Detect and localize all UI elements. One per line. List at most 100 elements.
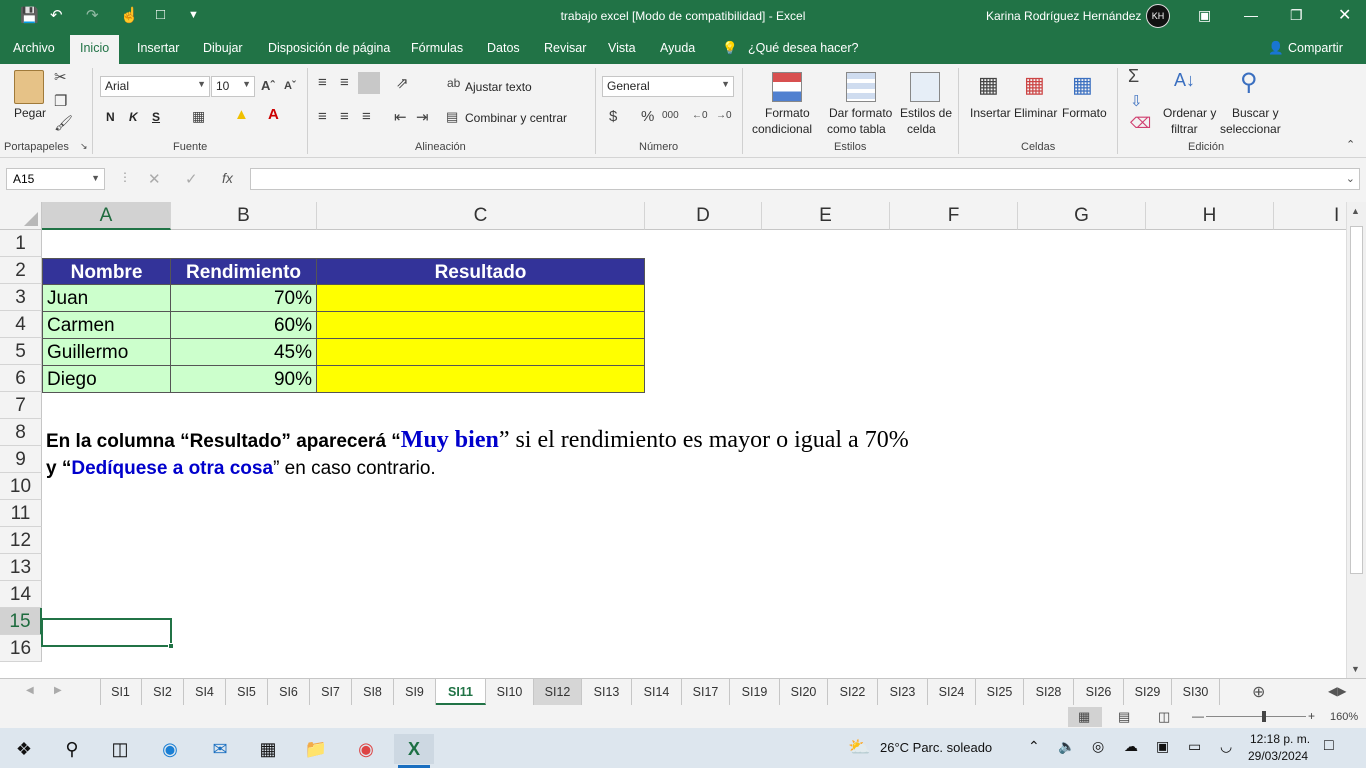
zoom-out-icon[interactable]: —: [1192, 709, 1204, 723]
tab-datos[interactable]: Datos: [487, 41, 520, 55]
windows-start-icon[interactable]: ❖: [4, 734, 44, 764]
cell-styles-line2[interactable]: celda: [907, 122, 936, 136]
sheet-tab[interactable]: SI23: [878, 679, 928, 705]
sheet-tab[interactable]: SI30: [1172, 679, 1220, 705]
table-cell-name[interactable]: Carmen: [42, 312, 171, 339]
clock-time[interactable]: 12:18 p. m.: [1250, 732, 1310, 746]
sheet-tab[interactable]: SI4: [184, 679, 226, 705]
instruction-line-2[interactable]: y “Dedíquese a otra cosa” en caso contra…: [46, 458, 436, 480]
decrease-decimal-icon[interactable]: →0: [716, 110, 732, 121]
cond-format-line2[interactable]: condicional: [752, 122, 812, 136]
fill-icon[interactable]: ⇩: [1130, 92, 1143, 110]
column-header-h[interactable]: H: [1146, 202, 1274, 230]
paste-icon[interactable]: [14, 70, 44, 104]
row-header-1[interactable]: 1: [0, 230, 42, 257]
paste-button[interactable]: Pegar: [14, 106, 46, 120]
prev-sheet-icon[interactable]: ◀: [26, 685, 34, 696]
row-header-6[interactable]: 6: [0, 365, 42, 392]
clipboard-launcher-icon[interactable]: ↘: [80, 141, 88, 152]
battery-icon[interactable]: ▭: [1188, 738, 1201, 755]
format-cells-button[interactable]: Formato: [1062, 106, 1107, 120]
underline-button[interactable]: S: [152, 110, 160, 124]
table-cell-performance[interactable]: 45%: [171, 339, 317, 366]
align-bottom-icon[interactable]: [358, 72, 380, 94]
share-button[interactable]: Compartir: [1288, 41, 1343, 55]
font-size-combo[interactable]: 10 ▼: [211, 76, 255, 97]
insert-function-icon[interactable]: fx: [222, 170, 233, 186]
orientation-icon[interactable]: ⇗: [396, 74, 409, 92]
sheet-tab[interactable]: SI20: [780, 679, 828, 705]
merge-center-button[interactable]: Combinar y centrar: [465, 111, 567, 125]
collapse-ribbon-icon[interactable]: ⌃: [1346, 138, 1355, 151]
shrink-font-icon[interactable]: Aˇ: [284, 80, 296, 92]
table-cell-performance[interactable]: 90%: [171, 366, 317, 393]
row-header-3[interactable]: 3: [0, 284, 42, 311]
row-header-11[interactable]: 11: [0, 500, 42, 527]
zoom-slider-thumb[interactable]: [1262, 711, 1266, 722]
table-cell-result[interactable]: [317, 285, 645, 312]
number-format-combo[interactable]: General ▼: [602, 76, 734, 97]
wrap-text-button[interactable]: Ajustar texto: [465, 80, 532, 94]
find-line1[interactable]: Buscar y: [1232, 106, 1279, 120]
font-color-icon[interactable]: A: [268, 106, 279, 123]
find-line2[interactable]: seleccionar: [1220, 122, 1281, 136]
cond-format-line1[interactable]: Formato: [765, 106, 810, 120]
table-header-resultado[interactable]: Resultado: [317, 258, 645, 285]
new-sheet-icon[interactable]: ⊕: [1252, 682, 1265, 702]
table-format-line1[interactable]: Dar formato: [829, 106, 892, 120]
tab-disposicion[interactable]: Disposición de página: [268, 41, 390, 55]
format-cells-icon[interactable]: ▦: [1072, 72, 1093, 98]
table-format-line2[interactable]: como tabla: [827, 122, 886, 136]
column-header-d[interactable]: D: [645, 202, 762, 230]
webcam-icon[interactable]: ◎: [1092, 738, 1104, 755]
tab-revisar[interactable]: Revisar: [544, 41, 586, 55]
grow-font-icon[interactable]: Aˆ: [261, 78, 275, 93]
sheet-tab[interactable]: SI8: [352, 679, 394, 705]
volume-icon[interactable]: 🔈: [1058, 738, 1075, 755]
split-handle-icon[interactable]: ◀▶: [1328, 684, 1346, 698]
ribbon-display-icon[interactable]: ▣: [1198, 7, 1211, 24]
increase-indent-icon[interactable]: ⇥: [416, 108, 429, 126]
row-header-2[interactable]: 2: [0, 257, 42, 284]
chevron-up-icon[interactable]: ⌃: [1028, 738, 1040, 755]
sheet-tab[interactable]: SI14: [632, 679, 682, 705]
next-sheet-icon[interactable]: ▶: [54, 685, 62, 696]
table-cell-name[interactable]: Guillermo: [42, 339, 171, 366]
sheet-tab[interactable]: SI29: [1124, 679, 1172, 705]
sheet-tab[interactable]: SI10: [486, 679, 534, 705]
mail-icon[interactable]: ✉: [200, 734, 240, 764]
calculator-icon[interactable]: ▦: [248, 734, 288, 764]
tab-ayuda[interactable]: Ayuda: [660, 41, 695, 55]
delete-cells-icon[interactable]: ▦: [1024, 72, 1045, 98]
font-name-combo[interactable]: Arial ▼: [100, 76, 210, 97]
zoom-slider[interactable]: [1206, 716, 1306, 717]
percent-icon[interactable]: %: [641, 108, 654, 125]
find-select-icon[interactable]: ⚲: [1240, 68, 1258, 97]
tab-dibujar[interactable]: Dibujar: [203, 41, 243, 55]
sheet-tab[interactable]: SI12: [534, 679, 582, 705]
decrease-indent-icon[interactable]: ⇤: [394, 108, 407, 126]
scroll-down-icon[interactable]: ▼: [1351, 664, 1360, 674]
table-header-nombre[interactable]: Nombre: [42, 258, 171, 285]
scrollbar-thumb[interactable]: [1350, 226, 1363, 574]
display-icon[interactable]: ▣: [1156, 738, 1169, 755]
column-header-c[interactable]: C: [317, 202, 645, 230]
sheet-tab[interactable]: SI17: [682, 679, 730, 705]
close-icon[interactable]: ✕: [1338, 5, 1351, 25]
sheet-tab[interactable]: SI2: [142, 679, 184, 705]
sort-line1[interactable]: Ordenar y: [1163, 106, 1216, 120]
sheet-tab[interactable]: SI28: [1024, 679, 1074, 705]
sheet-tab[interactable]: SI26: [1074, 679, 1124, 705]
table-cell-result[interactable]: [317, 312, 645, 339]
table-cell-name[interactable]: Juan: [42, 285, 171, 312]
notifications-icon[interactable]: □: [1324, 737, 1334, 755]
chrome-icon[interactable]: ◉: [346, 734, 386, 764]
table-cell-name[interactable]: Diego: [42, 366, 171, 393]
zoom-level[interactable]: 160%: [1330, 711, 1358, 723]
search-icon[interactable]: ⚲: [52, 734, 92, 764]
align-right-icon[interactable]: ≡: [362, 108, 371, 125]
bold-button[interactable]: N: [106, 110, 115, 124]
tab-archivo[interactable]: Archivo: [13, 41, 55, 55]
fill-handle[interactable]: [168, 643, 174, 649]
column-header-a[interactable]: A: [42, 202, 171, 230]
